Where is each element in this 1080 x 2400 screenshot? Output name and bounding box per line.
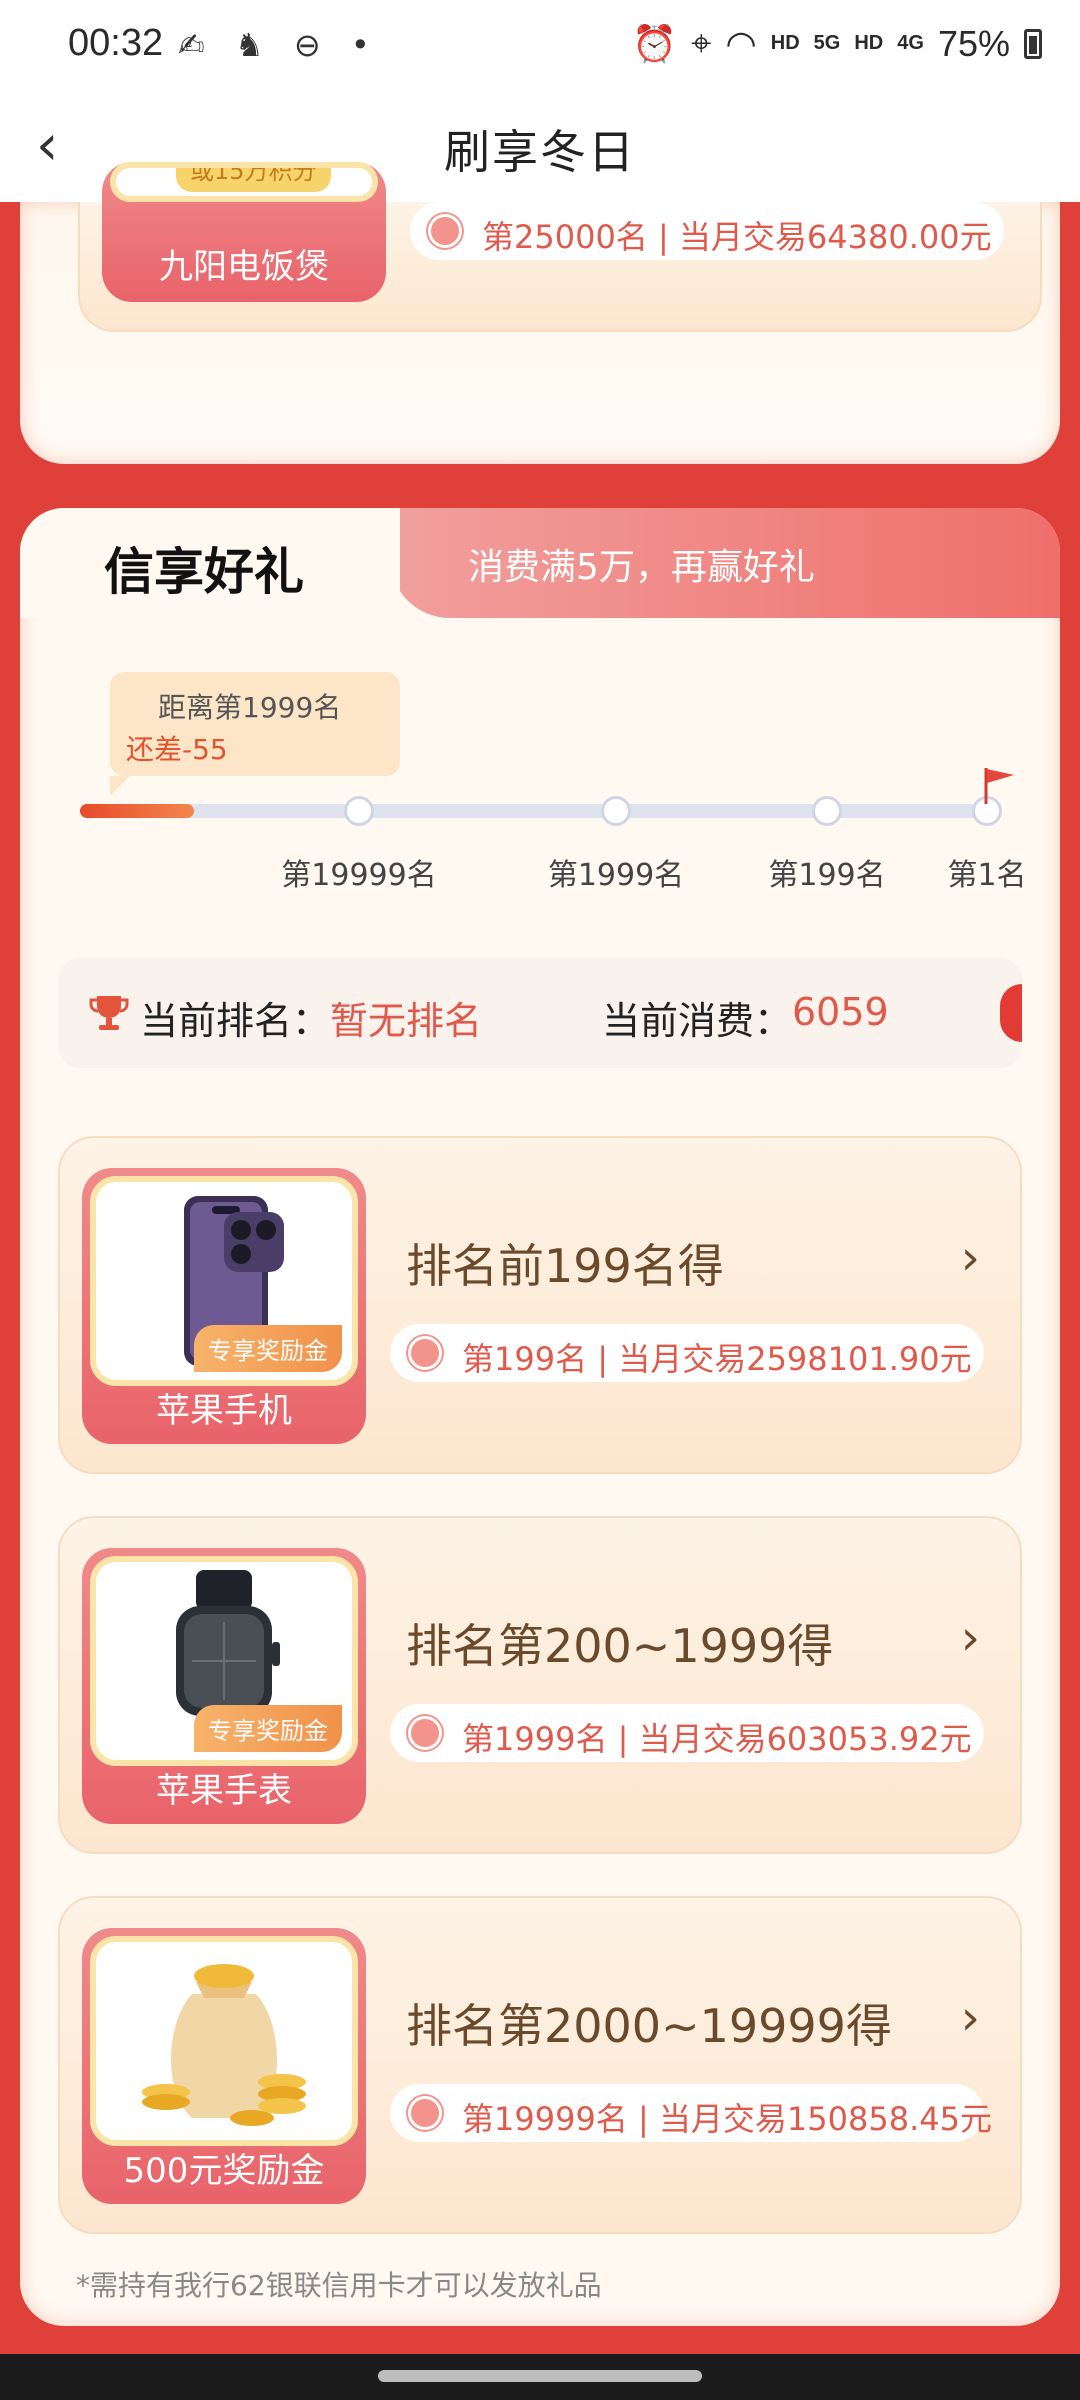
- prize-image-frame: 专享奖励金 苹果手表: [82, 1548, 366, 1824]
- trophy-icon: [89, 996, 129, 1030]
- prize-card-apple-watch[interactable]: 专享奖励金 苹果手表 排名第200~1999得 › 第1999名 | 当月交易6…: [58, 1516, 1022, 1854]
- tooltip-target: 距离第1999名: [158, 691, 342, 724]
- prize-image: 专享奖励金: [90, 1556, 358, 1766]
- flag-icon: [984, 768, 1014, 804]
- battery-icon: [1024, 28, 1042, 59]
- money-bag-icon: [142, 1964, 306, 2126]
- prize-image: 专享奖励金: [90, 1176, 358, 1386]
- medal-icon: [408, 1716, 442, 1750]
- status-bar: 00:32 ✍ ♞ ⊖ • ⏰ ⌖ ◠ HD 5G HD 4G 75%: [0, 0, 1080, 96]
- tab-spend-50k[interactable]: 消费满5万，再赢好礼: [390, 508, 1060, 618]
- prize-title: 排名第200~1999得: [406, 1619, 834, 1673]
- status-right: ⏰ ⌖ ◠ HD 5G HD 4G 75%: [632, 22, 1042, 65]
- prize-image: [90, 1936, 358, 2146]
- notification-icons: ✍ ♞ ⊖ •: [178, 26, 380, 64]
- tooltip-tail: [110, 776, 130, 796]
- progress-node-1999: [601, 796, 631, 826]
- bonus-tag: 专享奖励金: [194, 1325, 342, 1372]
- prize-card-bonus[interactable]: 500元奖励金 排名第2000~19999得 › 第19999名 | 当月交易1…: [58, 1896, 1022, 2234]
- rank-detail-tab[interactable]: [1000, 984, 1022, 1042]
- chevron-right-icon[interactable]: ›: [961, 1230, 980, 1286]
- node-label-199: 第199名: [768, 858, 886, 893]
- system-nav-bar: [0, 2354, 1080, 2400]
- prize-name: 500元奖励金: [123, 2151, 325, 2191]
- medal-icon: [428, 214, 462, 248]
- home-handle[interactable]: [378, 2370, 702, 2382]
- previous-section-panel: 或15万积分 九阳电饭煲 第25000名 | 当月交易64380.00元: [20, 162, 1060, 464]
- network-5g-icon: 5G: [813, 32, 841, 54]
- prize-name: 苹果手表: [156, 1771, 292, 1811]
- prize-info-text: 第19999名 | 当月交易150858.45元: [462, 2100, 992, 2138]
- ranking-progress-fill: [80, 804, 194, 818]
- node-label-1999: 第1999名: [547, 858, 685, 893]
- current-rank-value: 暂无排名: [330, 999, 483, 1043]
- progress-node-19999: [344, 796, 374, 826]
- medal-icon: [408, 2096, 442, 2130]
- bonus-tag: 专享奖励金: [194, 1705, 342, 1752]
- prize-info: 第19999名 | 当月交易150858.45元: [390, 2084, 992, 2142]
- current-spend-label: 当前消费：: [602, 999, 793, 1043]
- wifi-icon: ◠: [725, 22, 757, 64]
- progress-node-199: [812, 796, 842, 826]
- hd-badge-2: HD: [854, 32, 884, 54]
- prize-info-text: 第199名 | 当月交易2598101.90元: [462, 1340, 972, 1378]
- current-spend-value: 6059: [792, 990, 888, 1034]
- prize-info-text: 第1999名 | 当月交易603053.92元: [462, 1720, 972, 1758]
- prize-image-frame: 500元奖励金: [82, 1928, 366, 2204]
- current-ranking-bar: 当前排名： 暂无排名 当前消费： 6059: [58, 958, 1022, 1068]
- points-tag: 或15万积分: [176, 168, 331, 192]
- current-rank-label: 当前排名：: [140, 999, 331, 1043]
- prize-name: 九阳电饭煲: [159, 247, 329, 287]
- prize-card-iphone[interactable]: 专享奖励金 苹果手机 排名前199名得 › 第199名 | 当月交易259810…: [58, 1136, 1022, 1474]
- status-time: 00:32: [68, 22, 164, 64]
- node-label-19999: 第19999名: [281, 858, 437, 893]
- tab-xinxiang-gift[interactable]: 信享好礼: [20, 508, 400, 618]
- prize-title: 排名第2000~19999得: [406, 1999, 892, 2053]
- chevron-right-icon[interactable]: ›: [961, 1990, 980, 2046]
- hd-badge-1: HD: [770, 32, 800, 54]
- tab-spend-50k-label: 消费满5万，再赢好礼: [468, 547, 815, 588]
- tab-xinxiang-gift-label: 信享好礼: [104, 543, 304, 601]
- location-icon: ⌖: [691, 22, 712, 63]
- footnote: *需持有我行62银联信用卡才可以发放礼品: [76, 2269, 602, 2302]
- chevron-right-icon[interactable]: ›: [961, 1610, 980, 1666]
- prize-info: 第1999名 | 当月交易603053.92元: [390, 1704, 984, 1762]
- node-label-1: 第1名: [947, 858, 1027, 893]
- prize-info: 第199名 | 当月交易2598101.90元: [390, 1324, 984, 1382]
- prize-image-frame: 专享奖励金 苹果手机: [82, 1168, 366, 1444]
- battery-percent: 75%: [937, 22, 1010, 64]
- prize-name: 苹果手机: [156, 1391, 292, 1431]
- tooltip-remaining: 还差-55: [126, 733, 228, 766]
- prize-info-text: 第25000名 | 当月交易64380.00元: [482, 218, 992, 256]
- ranking-progress-track: [80, 804, 992, 818]
- prize-info: 第25000名 | 当月交易64380.00元: [410, 202, 1004, 260]
- prize-image-frame: 或15万积分 九阳电饭煲: [102, 162, 386, 302]
- prize-card-rice-cooker[interactable]: 或15万积分 九阳电饭煲 第25000名 | 当月交易64380.00元: [78, 162, 1042, 332]
- medal-icon: [408, 1336, 442, 1370]
- network-4g-icon: 4G: [897, 32, 924, 54]
- progress-tooltip: 距离第1999名 还差-55: [110, 672, 400, 776]
- prize-title: 排名前199名得: [406, 1239, 724, 1293]
- prize-image: 或15万积分: [110, 162, 378, 202]
- alarm-icon: ⏰: [632, 22, 678, 64]
